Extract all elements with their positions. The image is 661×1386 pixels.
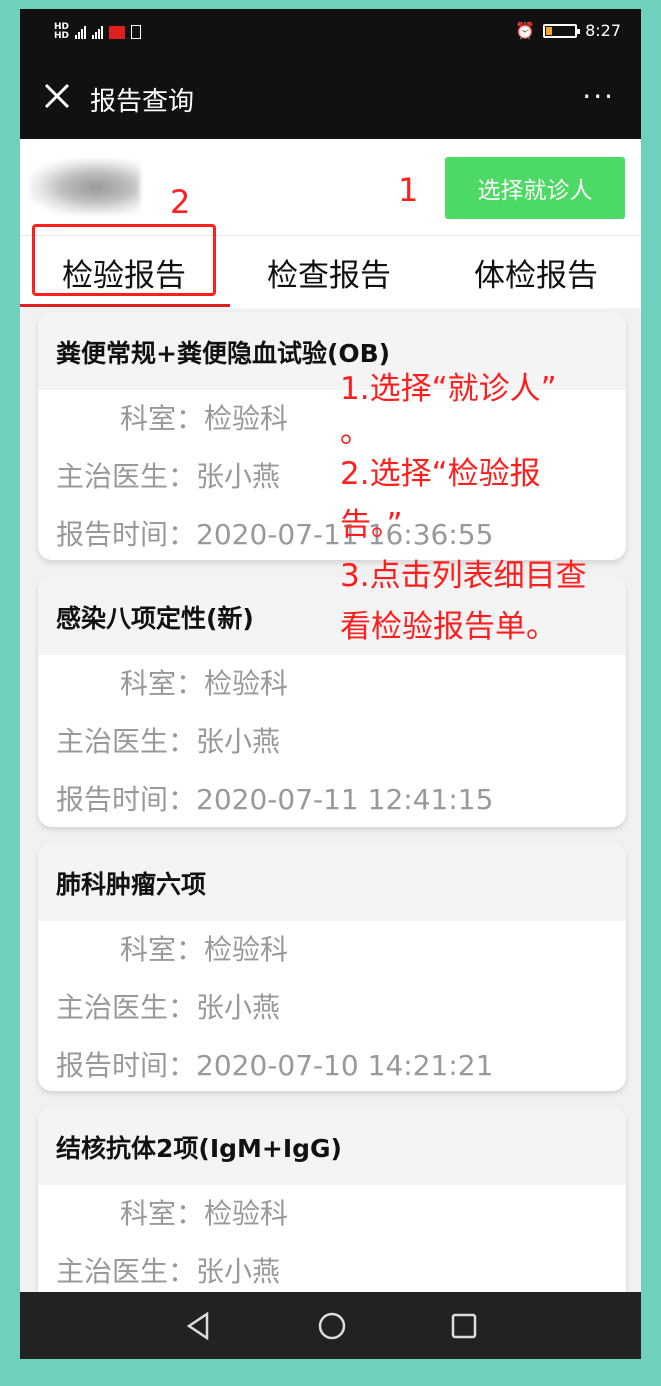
report-tabs: 检验报告 检查报告 体检报告 [20, 224, 641, 308]
hd-icon: HD HD [54, 22, 70, 41]
recents-icon[interactable] [448, 1310, 480, 1342]
tab-lab-report[interactable]: 检验报告 [62, 250, 186, 295]
select-patient-button[interactable]: 选择就诊人 [445, 157, 625, 219]
report-dept: 科室：检验科 [120, 933, 289, 966]
report-title: 肺科肿瘤六项 [38, 843, 626, 921]
back-icon[interactable] [183, 1310, 215, 1342]
app-notification-icon [109, 25, 126, 39]
patient-row: 2 1 选择就诊人 [20, 139, 641, 235]
report-time: 报告时间：2020-07-10 14:21:21 [56, 1049, 494, 1082]
instruction-annotation: 1.选择“就诊人” 。 2.选择“检验报 告。” 3.点击列表细目查 看检验报告… [340, 371, 587, 645]
page-title: 报告查询 [90, 87, 195, 117]
clock: 8:27 [585, 21, 621, 40]
signal-icon-2 [92, 25, 104, 39]
active-tab-indicator [20, 304, 230, 307]
status-icons-right: ⏰ 8:27 [515, 21, 621, 40]
report-title: 结核抗体2项(IgM+IgG) [38, 1107, 626, 1185]
status-icons-left: HD HD [54, 22, 142, 41]
app-header: 报告查询 ··· [20, 57, 641, 139]
battery-icon [543, 23, 581, 38]
alarm-icon: ⏰ [515, 21, 536, 40]
report-doctor: 主治医生：张小燕 [56, 725, 281, 758]
battery-notification-icon [131, 25, 142, 39]
patient-name-blurred [30, 159, 140, 215]
annotation-number-2: 2 [170, 183, 191, 221]
close-icon[interactable] [42, 81, 72, 111]
report-dept: 科室：检验科 [120, 1197, 289, 1230]
phone-screen: HD HD ⏰ 8:27 报告查询 ··· 2 1 选择就诊人 检验报告 检查报告… [20, 9, 641, 1359]
report-time: 报告时间：2020-07-11 12:41:15 [56, 783, 494, 816]
status-bar: HD HD ⏰ 8:27 [20, 9, 641, 57]
signal-icon [75, 25, 87, 39]
tab-exam-report[interactable]: 检查报告 [267, 250, 391, 295]
report-doctor: 主治医生：张小燕 [56, 991, 281, 1024]
annotation-number-1: 1 [398, 171, 419, 209]
android-nav-bar [20, 1292, 641, 1359]
tab-checkup-report[interactable]: 体检报告 [474, 250, 598, 295]
home-icon[interactable] [316, 1310, 348, 1342]
report-card[interactable]: 肺科肿瘤六项 科室：检验科 主治医生：张小燕 报告时间：2020-07-10 1… [38, 843, 626, 1091]
more-menu-icon[interactable]: ··· [582, 83, 615, 111]
report-dept: 科室：检验科 [120, 667, 289, 700]
